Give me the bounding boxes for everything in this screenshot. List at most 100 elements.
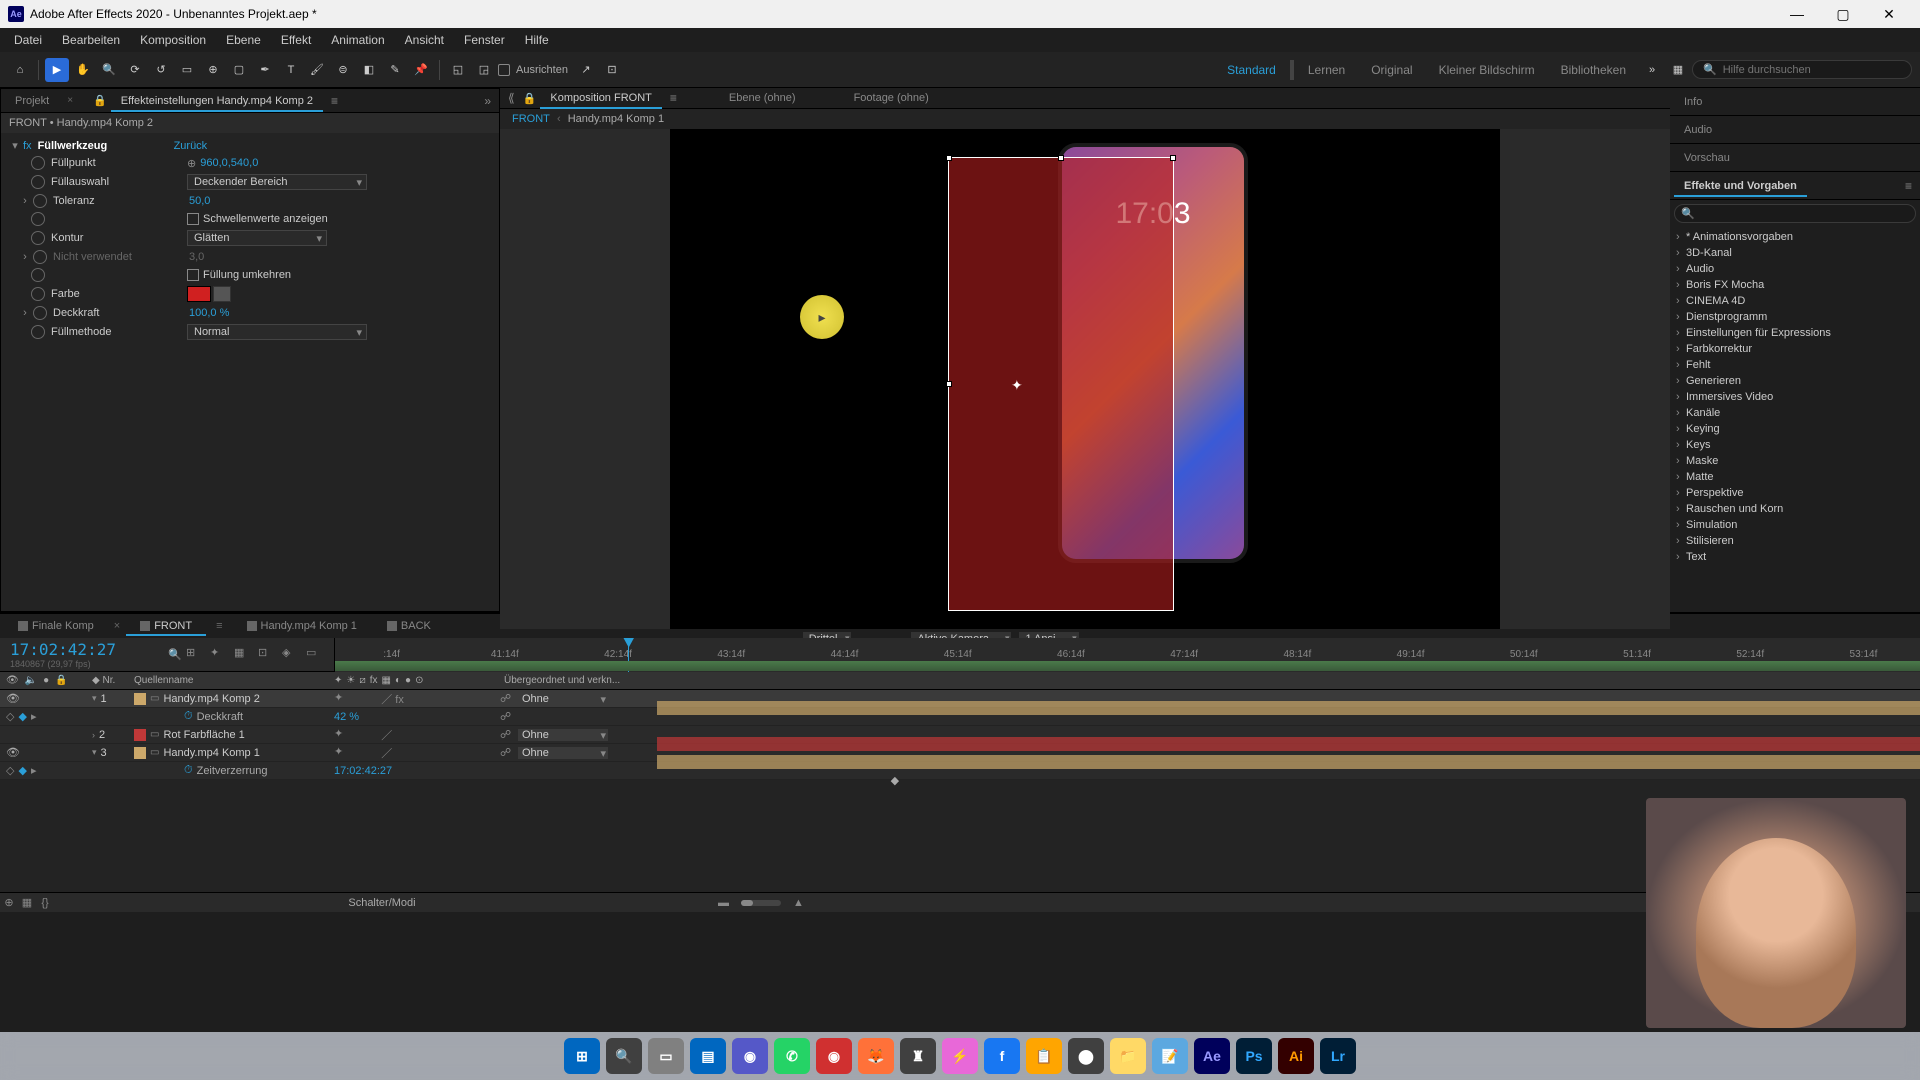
tl-tab-front[interactable]: FRONT: [126, 616, 206, 636]
comp-back-icon[interactable]: ⟪: [504, 91, 519, 105]
hand-tool[interactable]: ✋: [71, 58, 95, 82]
taskbar-app-icon[interactable]: Ae: [1194, 1038, 1230, 1074]
taskbar-app-icon[interactable]: ⊞: [564, 1038, 600, 1074]
layer-bar[interactable]: [657, 755, 1920, 769]
twirl-tolerance[interactable]: ›: [19, 195, 31, 207]
tl-toggle-1[interactable]: ⊞: [186, 646, 204, 664]
taskbar-app-icon[interactable]: Ps: [1236, 1038, 1272, 1074]
col-name-header[interactable]: Quellenname: [134, 675, 334, 686]
stopwatch-invert[interactable]: [31, 268, 45, 282]
text-tool[interactable]: T: [279, 58, 303, 82]
layer-row[interactable]: ›2 ▭Rot Farbfläche 1 ✦／ ☍Ohne: [0, 726, 1920, 744]
taskbar-app-icon[interactable]: Ai: [1278, 1038, 1314, 1074]
preset-category[interactable]: Audio: [1672, 261, 1918, 277]
menu-bearbeiten[interactable]: Bearbeiten: [52, 29, 130, 51]
stopwatch-contourval[interactable]: [33, 250, 47, 264]
taskbar-app-icon[interactable]: ▤: [690, 1038, 726, 1074]
taskbar-app-icon[interactable]: Lr: [1320, 1038, 1356, 1074]
tl-foot-1[interactable]: ⊕: [0, 896, 18, 909]
eye-icon[interactable]: 👁: [6, 692, 20, 706]
preset-category[interactable]: Simulation: [1672, 517, 1918, 533]
workspace-overflow[interactable]: »: [1640, 58, 1664, 82]
menu-hilfe[interactable]: Hilfe: [515, 29, 559, 51]
parent-whip-icon[interactable]: ☍: [500, 746, 514, 760]
parent-dropdown[interactable]: Ohne: [518, 693, 608, 705]
menu-ebene[interactable]: Ebene: [216, 29, 271, 51]
tab-projekt-close[interactable]: ×: [63, 95, 77, 106]
layer-row[interactable]: 👁 ▾1 ▭Handy.mp4 Komp 2 ✦／ fx ☍Ohne: [0, 690, 1920, 708]
workspace-original[interactable]: Original: [1359, 63, 1424, 77]
col-solo-icon[interactable]: ●: [43, 675, 49, 686]
workspace-lernen[interactable]: Lernen: [1296, 63, 1357, 77]
comp-viewer[interactable]: 17:03 ✦ ▸: [500, 129, 1670, 629]
layer-bar[interactable]: [657, 701, 1920, 715]
comp-tab-menu[interactable]: ≡: [666, 91, 681, 105]
tl-toggle-6[interactable]: ▭: [306, 646, 324, 664]
puppet-tool[interactable]: 📌: [409, 58, 433, 82]
workspace-standard[interactable]: Standard: [1215, 63, 1288, 77]
comp-canvas[interactable]: 17:03 ✦ ▸: [670, 129, 1500, 629]
checkbox-invert[interactable]: [187, 269, 199, 281]
taskbar-app-icon[interactable]: f: [984, 1038, 1020, 1074]
timeline-ruler[interactable]: :14f41:14f42:14f43:14f44:14f45:14f46:14f…: [334, 638, 1920, 672]
panel-overflow[interactable]: »: [480, 94, 495, 108]
parent-whip-icon[interactable]: ☍: [500, 692, 514, 706]
preset-category[interactable]: Maske: [1672, 453, 1918, 469]
stopwatch-icon[interactable]: ⏱: [184, 764, 193, 777]
effect-reset[interactable]: Zurück: [174, 140, 208, 152]
stopwatch-opacity[interactable]: [33, 306, 47, 320]
preset-category[interactable]: Kanäle: [1672, 405, 1918, 421]
snap-opt-a[interactable]: ↗: [574, 58, 598, 82]
tab-info[interactable]: Info: [1674, 92, 1712, 112]
snap-opt-b[interactable]: ⊡: [600, 58, 624, 82]
menu-fenster[interactable]: Fenster: [454, 29, 515, 51]
value-opacity[interactable]: 100,0 %: [189, 307, 229, 319]
zoom-tool[interactable]: 🔍: [97, 58, 121, 82]
preset-category[interactable]: Farbkorrektur: [1672, 341, 1918, 357]
tl-toggle-3[interactable]: ▦: [234, 646, 252, 664]
col-label-icon[interactable]: ◆: [92, 675, 100, 686]
tl-toggle-4[interactable]: ⊡: [258, 646, 276, 664]
navigator-slider[interactable]: [741, 900, 781, 906]
timeline-timecode[interactable]: 17:02:42:27: [0, 640, 156, 659]
zoom-in-icon[interactable]: ▲: [793, 897, 804, 909]
layer-name[interactable]: Handy.mp4 Komp 1: [163, 747, 259, 759]
dropdown-contour[interactable]: Glätten: [187, 230, 327, 246]
layer-name[interactable]: Rot Farbfläche 1: [163, 729, 244, 741]
tab-vorschau[interactable]: Vorschau: [1674, 148, 1740, 168]
presets-menu[interactable]: ≡: [1901, 179, 1916, 193]
crosshair-icon[interactable]: ⊕: [187, 157, 196, 170]
handle-ml[interactable]: [946, 381, 952, 387]
layer-twirl[interactable]: ›: [92, 730, 95, 740]
tab-menu[interactable]: ≡: [327, 94, 342, 108]
timeline-search-icon[interactable]: 🔍: [168, 648, 186, 661]
value-tolerance[interactable]: 50,0: [189, 195, 210, 207]
preset-category[interactable]: Einstellungen für Expressions: [1672, 325, 1918, 341]
stopwatch-tolerance[interactable]: [33, 194, 47, 208]
preset-tree[interactable]: * Animationsvorgaben3D-KanalAudioBoris F…: [1670, 227, 1920, 612]
tab-presets[interactable]: Effekte und Vorgaben: [1674, 176, 1807, 196]
preset-category[interactable]: Fehlt: [1672, 357, 1918, 373]
layer-color-label[interactable]: [134, 747, 146, 759]
menu-ansicht[interactable]: Ansicht: [395, 29, 454, 51]
menu-animation[interactable]: Animation: [321, 29, 394, 51]
preset-category[interactable]: * Animationsvorgaben: [1672, 229, 1918, 245]
stopwatch-color[interactable]: [31, 287, 45, 301]
taskbar-app-icon[interactable]: ✆: [774, 1038, 810, 1074]
pen-tool[interactable]: ✒: [253, 58, 277, 82]
tl-tab-handy[interactable]: Handy.mp4 Komp 1: [233, 616, 371, 636]
timeline-layers[interactable]: 👁 ▾1 ▭Handy.mp4 Komp 2 ✦／ fx ☍Ohne ◇◆▸ ⏱…: [0, 690, 1920, 892]
dropdown-fillsel[interactable]: Deckender Bereich: [187, 174, 367, 190]
handle-tr[interactable]: [1170, 155, 1176, 161]
taskbar-app-icon[interactable]: 📝: [1152, 1038, 1188, 1074]
tl-tab-back[interactable]: BACK: [373, 616, 445, 636]
work-area-bar[interactable]: [335, 661, 1920, 671]
stopwatch-fillpoint[interactable]: [31, 156, 45, 170]
comp-lock-icon[interactable]: 🔒: [523, 92, 537, 105]
help-search-input[interactable]: [1723, 64, 1901, 76]
stopwatch-icon[interactable]: ⏱: [184, 710, 193, 723]
keyframe-icon[interactable]: ◆: [891, 774, 899, 787]
clone-tool[interactable]: ⊜: [331, 58, 355, 82]
taskbar-app-icon[interactable]: 🦊: [858, 1038, 894, 1074]
tab-footage[interactable]: Footage (ohne): [844, 88, 939, 108]
